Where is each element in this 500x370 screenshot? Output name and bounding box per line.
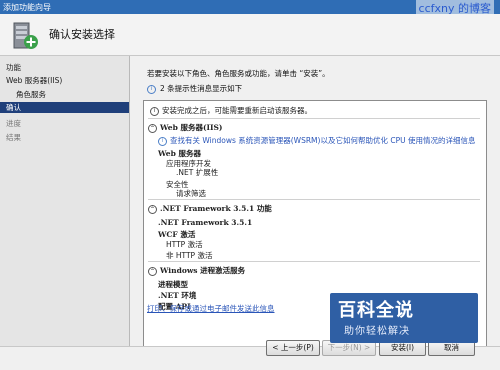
watermark-logo-title: 百科全说 [338, 300, 414, 321]
wsrm-info-link[interactable]: i 查找有关 Windows 系统资源管理器(WSRM)以及它如何帮助优化 CPU… [158, 135, 475, 146]
divider [148, 199, 480, 200]
info-icon: i [158, 136, 167, 146]
wizard-nav: 功能 Web 服务器(IIS) 角色服务 确认 进度 结果 [0, 56, 130, 346]
print-save-email-link[interactable]: 打印、保存或通过电子邮件发送此信息 [147, 303, 275, 314]
nav-item-confirmation[interactable]: 确认 [0, 102, 129, 113]
section-title-net-framework: ^ .NET Framework 3.5.1 功能 [148, 203, 272, 214]
list-item: .NET Framework 3.5.1 [158, 218, 253, 227]
watermark-logo: 百科全说 助你轻松解决 [330, 293, 478, 343]
section-title-text: Web 服务器(IIS) [160, 123, 223, 132]
watermark-logo-subtitle: 助你轻松解决 [344, 326, 410, 337]
list-item: 非 HTTP 激活 [166, 251, 213, 260]
collapse-icon[interactable]: ^ [148, 204, 157, 214]
collapse-icon[interactable]: ^ [148, 123, 157, 133]
nav-item-results: 结果 [6, 133, 21, 142]
info-icon: i [147, 84, 156, 94]
wizard-header: 确认安装选择 [0, 14, 500, 56]
notice-line: i 2 条提示性消息显示如下 [147, 83, 242, 94]
section-title-text: Windows 进程激活服务 [160, 266, 246, 275]
list-item: .NET 环境 [158, 291, 197, 300]
prev-button[interactable]: < 上一步(P) [266, 340, 320, 356]
list-item: .NET 扩展性 [176, 168, 219, 177]
restart-notice: i 安装完成之后，可能需要重新启动该服务器。 [150, 105, 312, 116]
server-add-icon [13, 22, 38, 49]
section-title-was: ^ Windows 进程激活服务 [148, 265, 245, 276]
list-item: 请求筛选 [176, 189, 206, 198]
page-title: 确认安装选择 [49, 28, 115, 41]
divider [148, 261, 480, 262]
divider [148, 118, 480, 119]
collapse-icon[interactable]: ^ [148, 266, 157, 276]
list-item: HTTP 激活 [166, 240, 203, 249]
list-item: 进程模型 [158, 280, 188, 289]
section-title-text: .NET Framework 3.5.1 功能 [160, 204, 272, 213]
intro-text: 若要安装以下角色、角色服务或功能，请单击 “安装”。 [147, 69, 330, 78]
nav-item-features[interactable]: 功能 [6, 62, 21, 73]
notice-text: 2 条提示性消息显示如下 [160, 84, 243, 93]
section-title-web-server: ^ Web 服务器(IIS) [148, 122, 222, 133]
info-icon: i [150, 106, 159, 116]
nav-item-role-services[interactable]: 角色服务 [16, 89, 46, 100]
nav-item-web-server[interactable]: Web 服务器(IIS) [6, 75, 62, 86]
wsrm-link-text[interactable]: 查找有关 Windows 系统资源管理器(WSRM)以及它如何帮助优化 CPU … [170, 136, 475, 145]
nav-item-progress: 进度 [6, 119, 21, 128]
wizard-window: 添加功能向导 ccfxny 的博客 确认安装选择 功能 Web 服务器(IIS)… [0, 0, 500, 370]
restart-notice-text: 安装完成之后，可能需要重新启动该服务器。 [162, 106, 312, 115]
window-title: 添加功能向导 [3, 3, 51, 12]
